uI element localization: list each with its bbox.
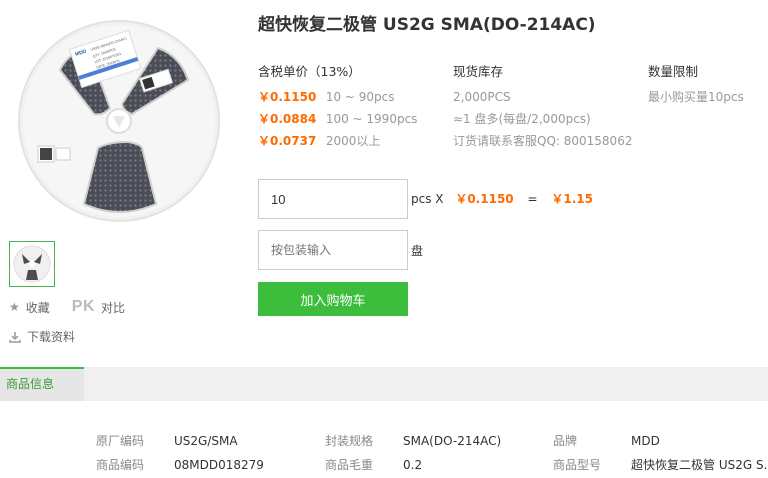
spec-value: 0.2: [403, 458, 423, 472]
favorite-link[interactable]: 收藏: [26, 299, 50, 316]
product-title: 超快恢复二极管 US2G SMA(DO-214AC): [258, 15, 596, 35]
spec-key: 商品型号: [553, 458, 602, 472]
pk-icon[interactable]: PK: [72, 298, 95, 316]
tier-range: 2000以上: [325, 134, 381, 148]
pcs-x-label: pcs X: [411, 192, 444, 206]
min-buy-text: 最小购买量10pcs: [648, 90, 744, 104]
spec-item: 商品型号 超快恢复二极管 US2G S.: [553, 456, 767, 473]
favorite-compare-row: ★ 收藏 PK 对比: [9, 298, 125, 316]
download-row[interactable]: 下载资料: [9, 328, 75, 345]
tier-range: 100 ~ 1990pcs: [325, 112, 418, 126]
stock-column: 现货库存 2,000PCS ≈1 盘多(每盘/2,000pcs) 订货请联系客服…: [453, 62, 632, 152]
price-tier: ￥0.0884 100 ~ 1990pcs: [258, 108, 417, 130]
spec-item: 商品编码 08MDD018279: [96, 456, 264, 473]
stock-quantity: 2,000PCS: [453, 90, 511, 104]
limit-header: 数量限制: [648, 64, 699, 79]
spec-key: 原厂编码: [96, 434, 145, 448]
spec-value: 超快恢复二极管 US2G S.: [631, 458, 768, 472]
quantity-input[interactable]: [258, 179, 408, 219]
stock-contact: 订货请联系客服QQ: 800158062: [453, 134, 633, 148]
download-icon: [9, 331, 21, 343]
add-to-cart-button[interactable]: 加入购物车: [258, 282, 408, 316]
order-total: ￥1.15: [551, 192, 593, 206]
star-icon[interactable]: ★: [9, 300, 20, 314]
compare-link[interactable]: 对比: [101, 299, 125, 316]
spec-value: 08MDD018279: [174, 458, 264, 472]
tier-price: ￥0.0884: [258, 112, 317, 126]
spec-key: 封装规格: [325, 434, 374, 448]
spec-item: 品牌 MDD: [553, 432, 660, 449]
order-unit-price: ￥0.1150: [455, 192, 514, 206]
package-unit: 盘: [411, 244, 424, 258]
limit-column: 数量限制 最小购买量10pcs: [648, 62, 744, 108]
pricing-column: 含税单价（13%） ￥0.1150 10 ~ 90pcs ￥0.0884 100…: [258, 62, 417, 152]
spec-key: 商品编码: [96, 458, 145, 472]
price-tier: ￥0.0737 2000以上: [258, 130, 417, 152]
tab-product-info[interactable]: 商品信息: [0, 367, 84, 401]
stock-reels: ≈1 盘多(每盘/2,000pcs): [453, 112, 591, 126]
order-summary: pcs X ￥0.1150 = ￥1.15: [411, 190, 593, 207]
thumbnail-reel-icon: [13, 245, 51, 283]
detail-tab-bar: 商品信息: [0, 367, 768, 401]
tier-range: 10 ~ 90pcs: [325, 90, 395, 104]
product-image[interactable]: MDD US2G SMA(DO-214AC) QTY: 2000PCS LOT:…: [8, 8, 230, 234]
tier-price: ￥0.1150: [258, 90, 317, 104]
download-link[interactable]: 下载资料: [27, 328, 75, 345]
reel-illustration: MDD US2G SMA(DO-214AC) QTY: 2000PCS LOT:…: [18, 20, 220, 222]
spec-item: 原厂编码 US2G/SMA: [96, 432, 238, 449]
spec-key: 品牌: [553, 434, 578, 448]
thumbnail-selected[interactable]: [9, 241, 55, 287]
equals-sign: =: [527, 192, 538, 206]
spec-item: 封装规格 SMA(DO-214AC): [325, 432, 501, 449]
spec-key: 商品毛重: [325, 458, 374, 472]
spec-item: 商品毛重 0.2: [325, 456, 422, 473]
spec-value: US2G/SMA: [174, 434, 238, 448]
stock-header: 现货库存: [453, 64, 504, 79]
price-tier: ￥0.1150 10 ~ 90pcs: [258, 86, 417, 108]
package-input[interactable]: [258, 230, 408, 270]
spec-value: MDD: [631, 434, 660, 448]
spec-value: SMA(DO-214AC): [403, 434, 502, 448]
tier-price: ￥0.0737: [258, 134, 317, 148]
pricing-header: 含税单价（13%）: [258, 64, 361, 79]
